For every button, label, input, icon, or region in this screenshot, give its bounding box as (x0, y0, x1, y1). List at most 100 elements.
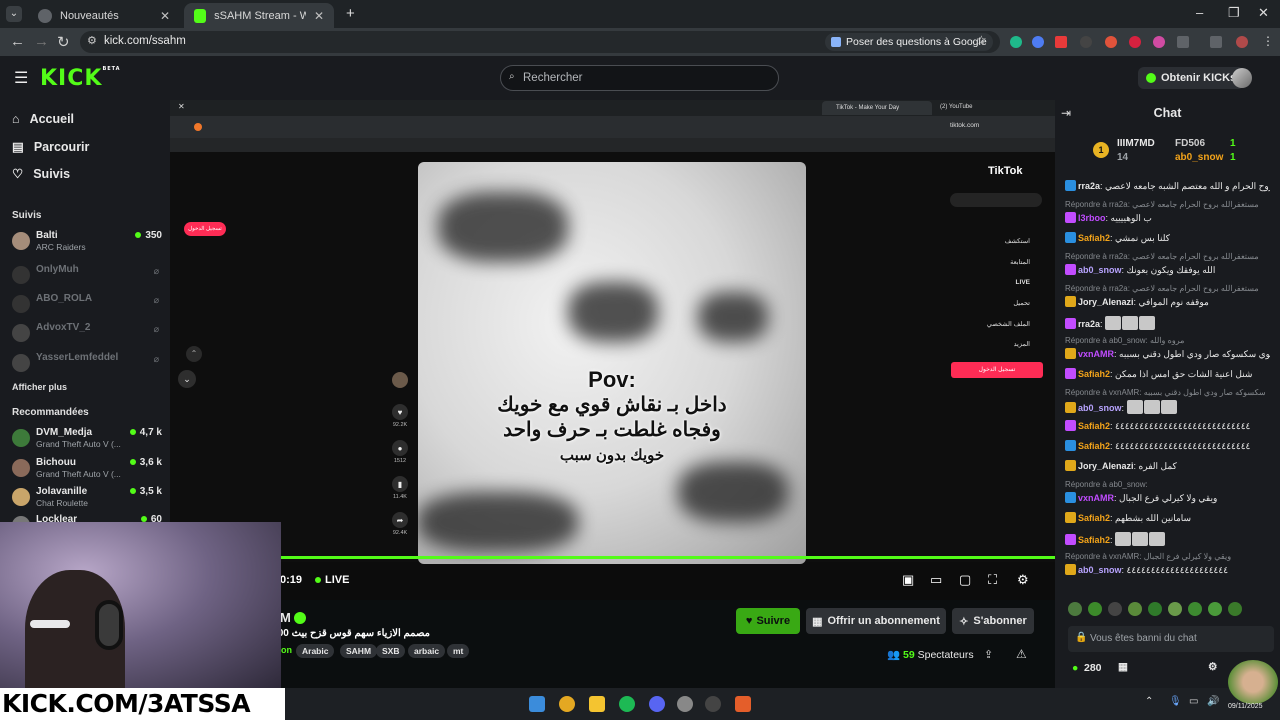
chat-username[interactable]: rra2a (1078, 319, 1100, 329)
profile-avatar[interactable] (1236, 36, 1248, 48)
close-icon[interactable]: ✕ (160, 9, 170, 23)
user-avatar[interactable] (1232, 68, 1252, 88)
stream-progress-bar[interactable] (280, 556, 1055, 559)
spotify-icon[interactable] (619, 696, 635, 712)
restore-icon[interactable]: ❐ (1228, 5, 1240, 21)
emote-icon[interactable] (1088, 602, 1102, 616)
chat-username[interactable]: Safiah2 (1078, 421, 1110, 431)
chat-message[interactable]: l3rboo: ب الوهييييه (1065, 212, 1270, 224)
network-icon[interactable]: ▭ (1189, 696, 1198, 707)
chat-message[interactable]: ab0_snow: الله يوفقك ويكون بعونك (1065, 264, 1270, 276)
pip-icon[interactable]: ▣ (902, 572, 914, 588)
forward-icon[interactable]: → (34, 33, 49, 50)
follow-button[interactable]: ♥ Suivre (736, 608, 800, 634)
gift-sub-button[interactable]: ▦ Offrir un abonnement (806, 608, 946, 634)
chat-message[interactable]: Safiah2: سامانين الله بشطهم (1065, 512, 1270, 524)
chat-username[interactable]: Safiah2 (1078, 233, 1110, 243)
chat-username[interactable]: rra2a (1078, 181, 1100, 191)
stream-category[interactable]: on (281, 645, 292, 655)
chat-username[interactable]: vxnAMR (1078, 493, 1114, 503)
chat-username[interactable]: Safiah2 (1078, 369, 1110, 379)
chat-username[interactable]: Safiah2 (1078, 513, 1110, 523)
tab-kick-stream[interactable]: sSAHM Stream - Watch Live on ✕ (184, 3, 334, 28)
followed-channel[interactable]: OnlyMuh ⌀ (12, 264, 162, 290)
tag[interactable]: SAHM (340, 644, 378, 658)
menu-lines-icon[interactable] (1210, 36, 1222, 48)
chat-message[interactable]: Safiah2: كلنا بس نمشي (1065, 232, 1270, 244)
tag[interactable]: SXB (376, 644, 406, 658)
back-icon[interactable]: ← (10, 33, 25, 50)
emote-icon[interactable] (1228, 602, 1242, 616)
kick-logo[interactable]: KICKBETA (40, 66, 121, 91)
store-icon[interactable]: ▦ (1118, 661, 1128, 673)
leader-name[interactable]: FD506 (1175, 138, 1205, 149)
discord-icon[interactable] (649, 696, 665, 712)
extension-icon[interactable] (1010, 36, 1022, 48)
puzzle-icon[interactable] (1177, 36, 1189, 48)
tray-chevron-icon[interactable]: ⌃ (1145, 696, 1153, 707)
followed-channel[interactable]: ABO_ROLA ⌀ (12, 293, 162, 319)
emote-icon[interactable] (1148, 602, 1162, 616)
ask-google-button[interactable]: Poser des questions à Google (825, 33, 993, 51)
leader-name[interactable]: ab0_snow (1175, 152, 1223, 163)
settings-gear-icon[interactable]: ⚙ (1017, 572, 1029, 588)
chat-input[interactable]: 🔒 Vous êtes banni du chat (1068, 626, 1274, 652)
chat-username[interactable]: ab0_snow (1078, 265, 1122, 275)
followed-channel[interactable]: YasserLemfeddel ⌀ (12, 352, 162, 378)
followed-channel[interactable]: Balti ARC Raiders 350 (12, 230, 162, 256)
subscribe-button[interactable]: ✧ S'abonner (952, 608, 1034, 634)
get-kicks-button[interactable]: Obtenir KICKs (1138, 67, 1245, 89)
folder-icon[interactable] (589, 696, 605, 712)
media-icon[interactable] (705, 696, 721, 712)
nav-suivis[interactable]: ♡ Suivis (12, 166, 70, 182)
chat-username[interactable]: l3rboo (1078, 213, 1106, 223)
emote-icon[interactable] (1068, 602, 1082, 616)
chat-message[interactable]: ab0_snow: (1065, 400, 1270, 414)
chat-message[interactable]: Jory_Alenazi: كمل الفره (1065, 460, 1270, 472)
brave-icon[interactable] (735, 696, 751, 712)
search-input[interactable]: ⌕ Rechercher (500, 65, 779, 91)
emote-icon[interactable] (1188, 602, 1202, 616)
volume-icon[interactable]: 🔊 (1207, 696, 1219, 707)
recommended-channel[interactable]: Jolavanille Chat Roulette 3,5 k (12, 486, 162, 512)
chat-username[interactable]: ab0_snow (1078, 403, 1122, 413)
followed-channel[interactable]: AdvoxTV_2 ⌀ (12, 322, 162, 348)
chat-message[interactable]: vxnAMR: اسوي سكسوكه صار ودي اطول دقني بس… (1065, 348, 1270, 360)
app-icon[interactable] (677, 696, 693, 712)
emote-icon[interactable] (1108, 602, 1122, 616)
tab-list-button[interactable]: ⌄ (6, 6, 22, 22)
extension-icon[interactable] (1153, 36, 1165, 48)
report-icon[interactable]: ⚠ (1016, 647, 1027, 661)
site-info-icon[interactable]: ⚙ (87, 34, 97, 47)
chat-message[interactable]: Safiah2: (1065, 532, 1270, 546)
emote-icon[interactable] (1168, 602, 1182, 616)
kebab-menu-icon[interactable]: ⋮ (1262, 34, 1274, 48)
nav-accueil[interactable]: ⌂ Accueil (12, 112, 74, 126)
extension-icon[interactable] (1080, 36, 1092, 48)
chat-message[interactable]: Jory_Alenazi: موقفه نوم الموافي (1065, 296, 1270, 308)
chrome-icon[interactable] (559, 696, 575, 712)
recommended-channel[interactable]: Bichouu Grand Theft Auto V (... 3,6 k (12, 457, 162, 483)
theater-icon[interactable]: ▭ (930, 572, 942, 588)
chat-username[interactable]: ab0_snow (1078, 565, 1122, 575)
chat-message[interactable]: rra2a: يمممممممممم استغفرالله بروح الحرا… (1065, 180, 1270, 192)
chat-message[interactable]: Safiah2: شنل اعنية الشات حق امس اذا ممكن (1065, 368, 1270, 380)
leader-name[interactable]: IIIM7MD (1117, 138, 1155, 149)
reload-icon[interactable]: ↻ (57, 33, 70, 51)
youtube-extension-icon[interactable] (1055, 36, 1067, 48)
chat-message[interactable]: vxnAMR: ويقي ولا كيرلي فرع الجبال (1065, 492, 1270, 504)
tag[interactable]: Arabic (296, 644, 335, 658)
chat-message[interactable]: rra2a: (1065, 316, 1270, 330)
chat-username[interactable]: vxnAMR (1078, 349, 1114, 359)
hamburger-icon[interactable]: ☰ (14, 68, 28, 88)
streamer-name[interactable]: M (280, 610, 307, 625)
tag[interactable]: arbaic (408, 644, 446, 658)
emote-icon[interactable] (1128, 602, 1142, 616)
extension-icon[interactable] (1105, 36, 1117, 48)
cast-icon[interactable]: ▢ (959, 572, 971, 588)
close-window-icon[interactable]: ✕ (1258, 5, 1269, 21)
show-more-link[interactable]: Afficher plus (12, 382, 67, 392)
chat-message[interactable]: Safiah2: ٤٤٤٤٤٤٤٤٤٤٤٤٤٤٤٤٤٤٤٤٤٤٤٤٤٤٤٤ (1065, 420, 1270, 432)
chat-message[interactable]: Safiah2: ٤٤٤٤٤٤٤٤٤٤٤٤٤٤٤٤٤٤٤٤٤٤٤٤٤٤٤٤ (1065, 440, 1270, 452)
chat-message[interactable]: ab0_snow: ٤٤٤٤٤٤٤٤٤٤٤٤٤٤٤٤٤٤٤٤٤ (1065, 564, 1270, 576)
